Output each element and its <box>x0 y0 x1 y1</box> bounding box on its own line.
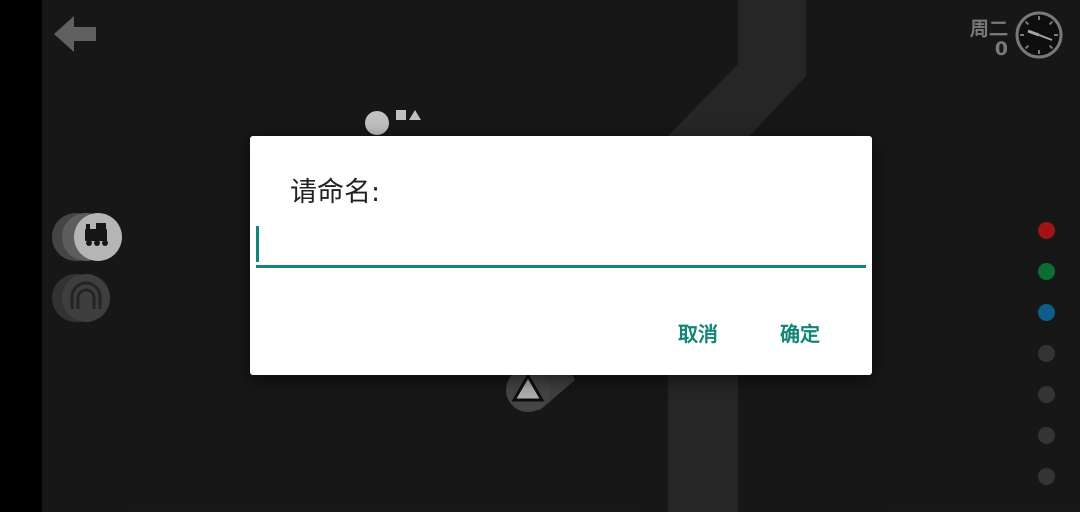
confirm-button[interactable]: 确定 <box>772 314 828 351</box>
text-cursor <box>256 226 259 262</box>
name-input[interactable] <box>256 220 866 268</box>
rename-dialog: 请命名: 取消 确定 <box>250 136 872 375</box>
cancel-button[interactable]: 取消 <box>670 314 726 351</box>
game-screen: 周二 0 请命名: 取消 确定 <box>0 0 1080 512</box>
dialog-title: 请命名: <box>290 177 381 208</box>
